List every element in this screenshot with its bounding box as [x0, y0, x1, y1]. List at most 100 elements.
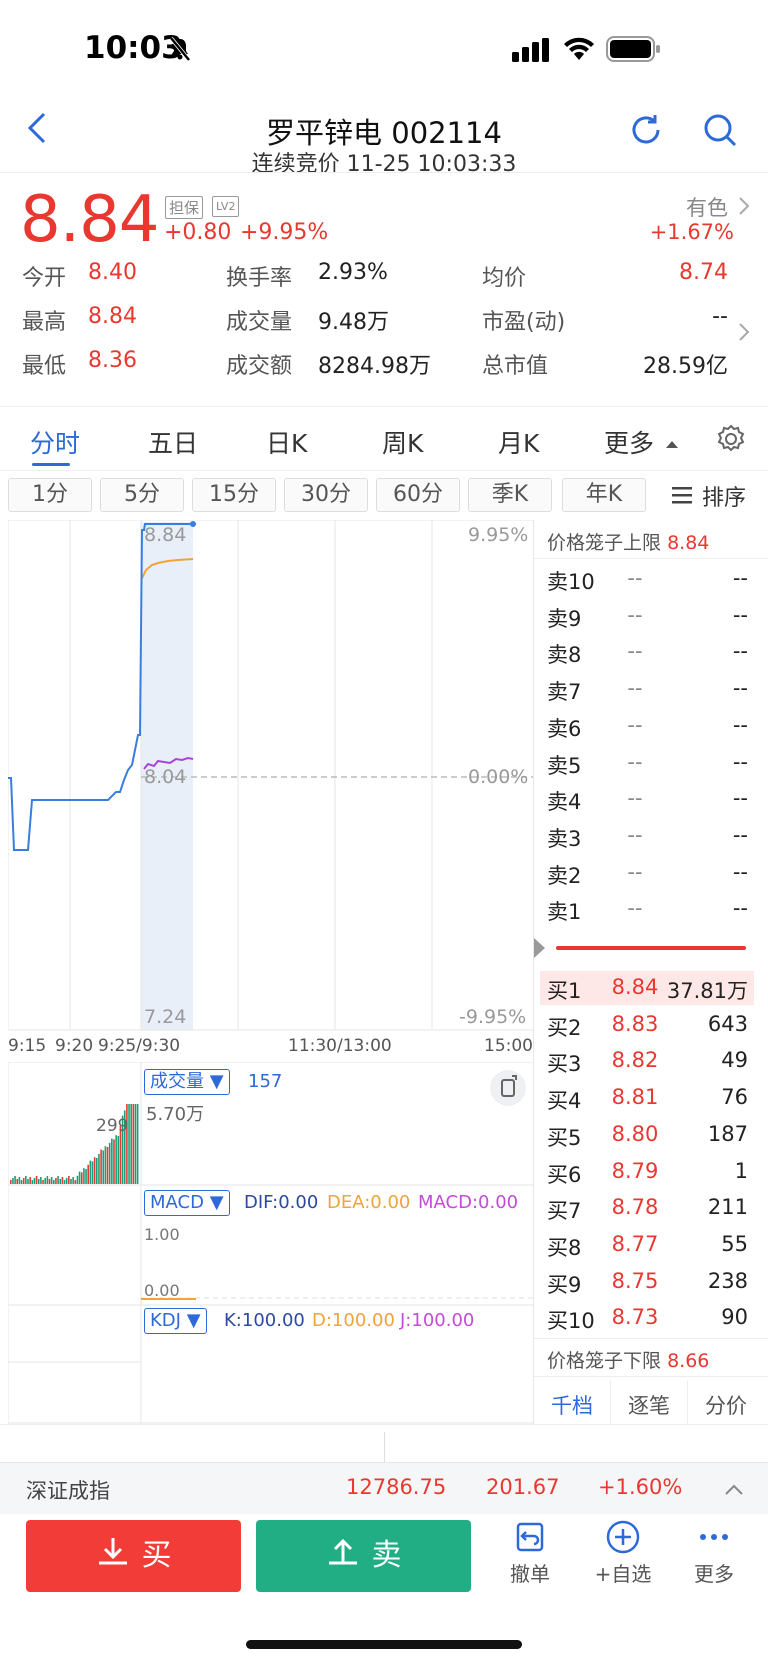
kdj-selector[interactable]: KDJ ▼ [144, 1308, 207, 1334]
volume-bar [108, 1142, 111, 1184]
volume-bar [100, 1149, 102, 1184]
bid-price: 8.80 [611, 1121, 659, 1146]
ask-price: -- [627, 712, 643, 737]
ask-price: -- [627, 786, 643, 811]
macd-top-label: 1.00 [144, 1225, 180, 1244]
period-button[interactable]: 1分 [8, 478, 92, 512]
tab-monthly-k[interactable]: 月K [498, 424, 539, 460]
volume-bar [59, 1179, 62, 1184]
sector-link[interactable]: 有色 +1.67% [640, 192, 752, 248]
bid-label: 买8 [547, 1235, 582, 1260]
stat-label: 均价 [482, 266, 527, 291]
upper-limit-value: 8.84 [667, 532, 710, 554]
cancel-order-button[interactable]: 撤单 [500, 1520, 560, 1587]
volume-bar [10, 1180, 12, 1184]
tab-more[interactable]: 更多 [604, 424, 654, 460]
sort-button[interactable]: 排序 [670, 478, 762, 512]
section-divider [0, 406, 768, 407]
ob-tab-fenjia[interactable]: 分价 [688, 1390, 764, 1420]
sell-button[interactable]: 卖 [256, 1520, 471, 1592]
search-icon[interactable] [702, 112, 738, 152]
index-change: 201.67 [486, 1475, 560, 1499]
add-watchlist-button[interactable]: +自选 [588, 1520, 658, 1587]
period-button[interactable]: 30分 [284, 478, 368, 512]
ask-volume: -- [732, 676, 748, 701]
volume-bar [20, 1180, 23, 1184]
intraday-chart[interactable] [8, 520, 533, 1040]
volume-bar [98, 1153, 100, 1184]
ask-label: 卖8 [547, 643, 582, 668]
bid-label: 买5 [547, 1125, 582, 1150]
kdj-selector-label: KDJ [150, 1310, 181, 1331]
bid-price: 8.82 [611, 1048, 659, 1073]
period-button[interactable]: 60分 [376, 478, 460, 512]
volume-bar [72, 1177, 74, 1184]
macd-selector[interactable]: MACD ▼ [144, 1190, 230, 1216]
index-name: 深证成指 [26, 1479, 110, 1503]
volume-bar [35, 1176, 38, 1184]
bid-label: 买10 [547, 1309, 595, 1334]
stat-label: 换手率 [226, 266, 293, 291]
bid-price: 8.73 [611, 1305, 659, 1330]
refresh-icon[interactable] [628, 112, 664, 152]
stat-value: 9.48万 [318, 310, 389, 335]
volume-bar [18, 1177, 21, 1184]
volume-bar [85, 1169, 87, 1184]
volume-bar [106, 1147, 109, 1184]
volume-bar [44, 1178, 46, 1184]
bid-price: 8.79 [611, 1158, 659, 1183]
ask-label: 卖5 [547, 753, 582, 778]
caret-up-icon [666, 433, 678, 452]
ask-label: 卖10 [547, 570, 595, 594]
stat-label: 总市值 [482, 354, 549, 379]
time-label: 11:30/13:00 [288, 1036, 392, 1056]
tab-5day[interactable]: 五日 [148, 424, 198, 460]
ask-price: -- [627, 896, 643, 921]
stat-label: 成交额 [226, 354, 293, 379]
tab-fenshi[interactable]: 分时 [30, 424, 80, 460]
bid-volume: 211 [707, 1195, 748, 1220]
ob-tab-zhubi[interactable]: 逐笔 [611, 1390, 687, 1420]
volume-bar [117, 1136, 120, 1184]
ob-divider [534, 1376, 768, 1377]
ask-label: 卖7 [547, 680, 582, 705]
chevron-right-icon[interactable] [738, 322, 750, 346]
stat-value: 8284.98万 [318, 354, 431, 379]
period-button[interactable]: 季K [468, 478, 552, 512]
volume-selector[interactable]: 成交量 ▼ [144, 1069, 230, 1095]
tab-daily-k[interactable]: 日K [266, 424, 307, 460]
ob-tab-qiandang[interactable]: 千档 [534, 1390, 610, 1420]
volume-bar [76, 1175, 79, 1184]
kdj-d: D:100.00 [312, 1310, 395, 1331]
index-bar[interactable]: 深证成指 12786.75 201.67 +1.60% [0, 1462, 768, 1514]
ask-price: -- [627, 859, 643, 884]
chevron-up-icon[interactable] [724, 1481, 744, 1500]
sector-name: 有色 [686, 196, 728, 220]
ob-divider [534, 558, 768, 559]
switch-panel-icon[interactable] [490, 1070, 526, 1106]
volume-bar [55, 1178, 57, 1184]
volume-bar [96, 1158, 98, 1184]
period-button[interactable]: 15分 [192, 478, 276, 512]
more-button[interactable]: 更多 [684, 1520, 744, 1587]
ask-label: 卖3 [547, 826, 582, 851]
dropdown-icon: ▼ [209, 1192, 224, 1213]
battery-icon [606, 36, 662, 66]
ask-price: -- [627, 749, 643, 774]
ask-volume: -- [732, 712, 748, 737]
settings-icon[interactable] [716, 424, 746, 458]
period-button[interactable]: 年K [562, 478, 646, 512]
volume-bar [16, 1179, 19, 1184]
period-button[interactable]: 5分 [100, 478, 184, 512]
stat-value: 8.84 [88, 304, 137, 329]
tab-weekly-k[interactable]: 周K [382, 424, 423, 460]
macd-value: MACD:0.00 [418, 1192, 519, 1213]
ask-price: -- [627, 676, 643, 701]
volume-bar [91, 1161, 94, 1184]
buy-button[interactable]: 买 [26, 1520, 241, 1592]
volume-bar [83, 1168, 85, 1184]
stat-value: 8.40 [88, 260, 137, 285]
ask-volume: -- [732, 749, 748, 774]
volume-auction-label: 299 [96, 1116, 129, 1136]
volume-bar [136, 1104, 139, 1184]
